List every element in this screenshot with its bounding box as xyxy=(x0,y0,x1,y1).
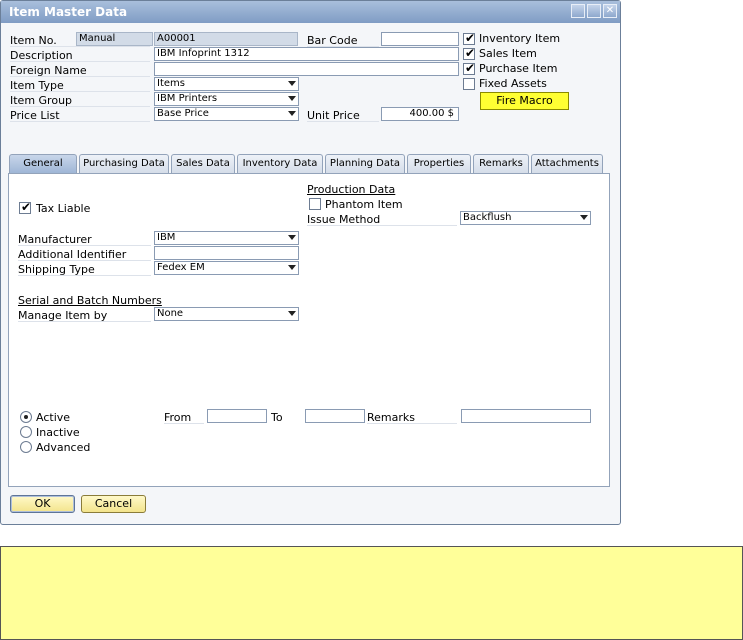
phantom-item-checkbox[interactable] xyxy=(309,198,321,210)
check-icon: ✔ xyxy=(21,200,32,214)
inventory-item-label: Inventory Item xyxy=(479,32,561,45)
maximize-icon[interactable] xyxy=(587,4,601,18)
check-icon: ✔ xyxy=(465,61,476,75)
phantom-item-label: Phantom Item xyxy=(325,198,403,211)
item-no-field[interactable]: A00001 xyxy=(154,32,298,46)
check-icon: ✔ xyxy=(465,31,476,45)
fixed-assets-label: Fixed Assets xyxy=(479,77,547,90)
from-date-field[interactable] xyxy=(207,409,267,423)
advanced-label: Advanced xyxy=(36,441,91,454)
series-field[interactable]: Manual xyxy=(76,32,153,46)
window-title: Item Master Data xyxy=(9,5,128,19)
cancel-button[interactable]: Cancel xyxy=(81,495,146,513)
active-label: Active xyxy=(36,411,71,424)
tax-liable-label: Tax Liable xyxy=(36,202,91,215)
remarks-field[interactable] xyxy=(461,409,591,423)
tab-sales-data[interactable]: Sales Data xyxy=(171,154,235,173)
chevron-down-icon xyxy=(288,311,296,316)
production-data-heading: Production Data xyxy=(307,183,396,196)
tab-purchasing-data[interactable]: Purchasing Data xyxy=(79,154,169,173)
chevron-down-icon xyxy=(288,96,296,101)
item-group-dropdown[interactable]: IBM Printers xyxy=(154,92,299,106)
item-type-dropdown[interactable]: Items xyxy=(154,77,299,91)
to-date-field[interactable] xyxy=(305,409,365,423)
purchase-item-label: Purchase Item xyxy=(479,62,558,75)
additional-identifier-field[interactable] xyxy=(154,246,299,260)
sales-item-checkbox[interactable]: ✔ xyxy=(463,46,476,60)
inactive-radio[interactable] xyxy=(20,426,32,438)
issue-method-dropdown[interactable]: Backflush xyxy=(460,211,591,225)
serial-batch-heading: Serial and Batch Numbers xyxy=(18,294,162,307)
manage-item-by-dropdown[interactable]: None xyxy=(154,307,299,321)
ok-button[interactable]: OK xyxy=(10,495,75,513)
active-radio[interactable] xyxy=(20,411,32,423)
close-icon[interactable]: ✕ xyxy=(603,4,617,18)
tab-inventory-data[interactable]: Inventory Data xyxy=(237,154,323,173)
message-bar xyxy=(0,546,743,640)
tab-remarks[interactable]: Remarks xyxy=(473,154,529,173)
chevron-down-icon xyxy=(288,111,296,116)
item-master-data-window: Item Master Data ✕ Item No. Manual A0000… xyxy=(0,0,621,525)
tax-liable-checkbox[interactable]: ✔ xyxy=(19,200,32,214)
shipping-type-dropdown[interactable]: Fedex EM xyxy=(154,261,299,275)
title-bar[interactable]: Item Master Data ✕ xyxy=(1,1,620,23)
minimize-icon[interactable] xyxy=(571,4,585,18)
advanced-radio[interactable] xyxy=(20,441,32,453)
fire-macro-button[interactable]: Fire Macro xyxy=(480,92,569,110)
inactive-label: Inactive xyxy=(36,426,80,439)
purchase-item-checkbox[interactable]: ✔ xyxy=(463,61,476,75)
chevron-down-icon xyxy=(580,215,588,220)
chevron-down-icon xyxy=(288,265,296,270)
chevron-down-icon xyxy=(288,81,296,86)
to-label: To xyxy=(271,411,283,424)
check-icon: ✔ xyxy=(465,46,476,60)
bar-code-field[interactable] xyxy=(381,32,459,46)
tab-planning-data[interactable]: Planning Data xyxy=(325,154,405,173)
fixed-assets-checkbox[interactable] xyxy=(463,78,475,90)
description-field[interactable]: IBM Infoprint 1312 xyxy=(154,47,459,61)
sales-item-label: Sales Item xyxy=(479,47,537,60)
tab-attachments[interactable]: Attachments xyxy=(531,154,603,173)
manufacturer-dropdown[interactable]: IBM xyxy=(154,231,299,245)
price-list-dropdown[interactable]: Base Price xyxy=(154,107,299,121)
chevron-down-icon xyxy=(288,235,296,240)
foreign-name-field[interactable] xyxy=(154,62,459,76)
unit-price-field[interactable]: 400.00 $ xyxy=(381,107,459,121)
inventory-item-checkbox[interactable]: ✔ xyxy=(463,31,476,45)
tab-properties[interactable]: Properties xyxy=(407,154,471,173)
tab-general[interactable]: General xyxy=(9,154,77,173)
